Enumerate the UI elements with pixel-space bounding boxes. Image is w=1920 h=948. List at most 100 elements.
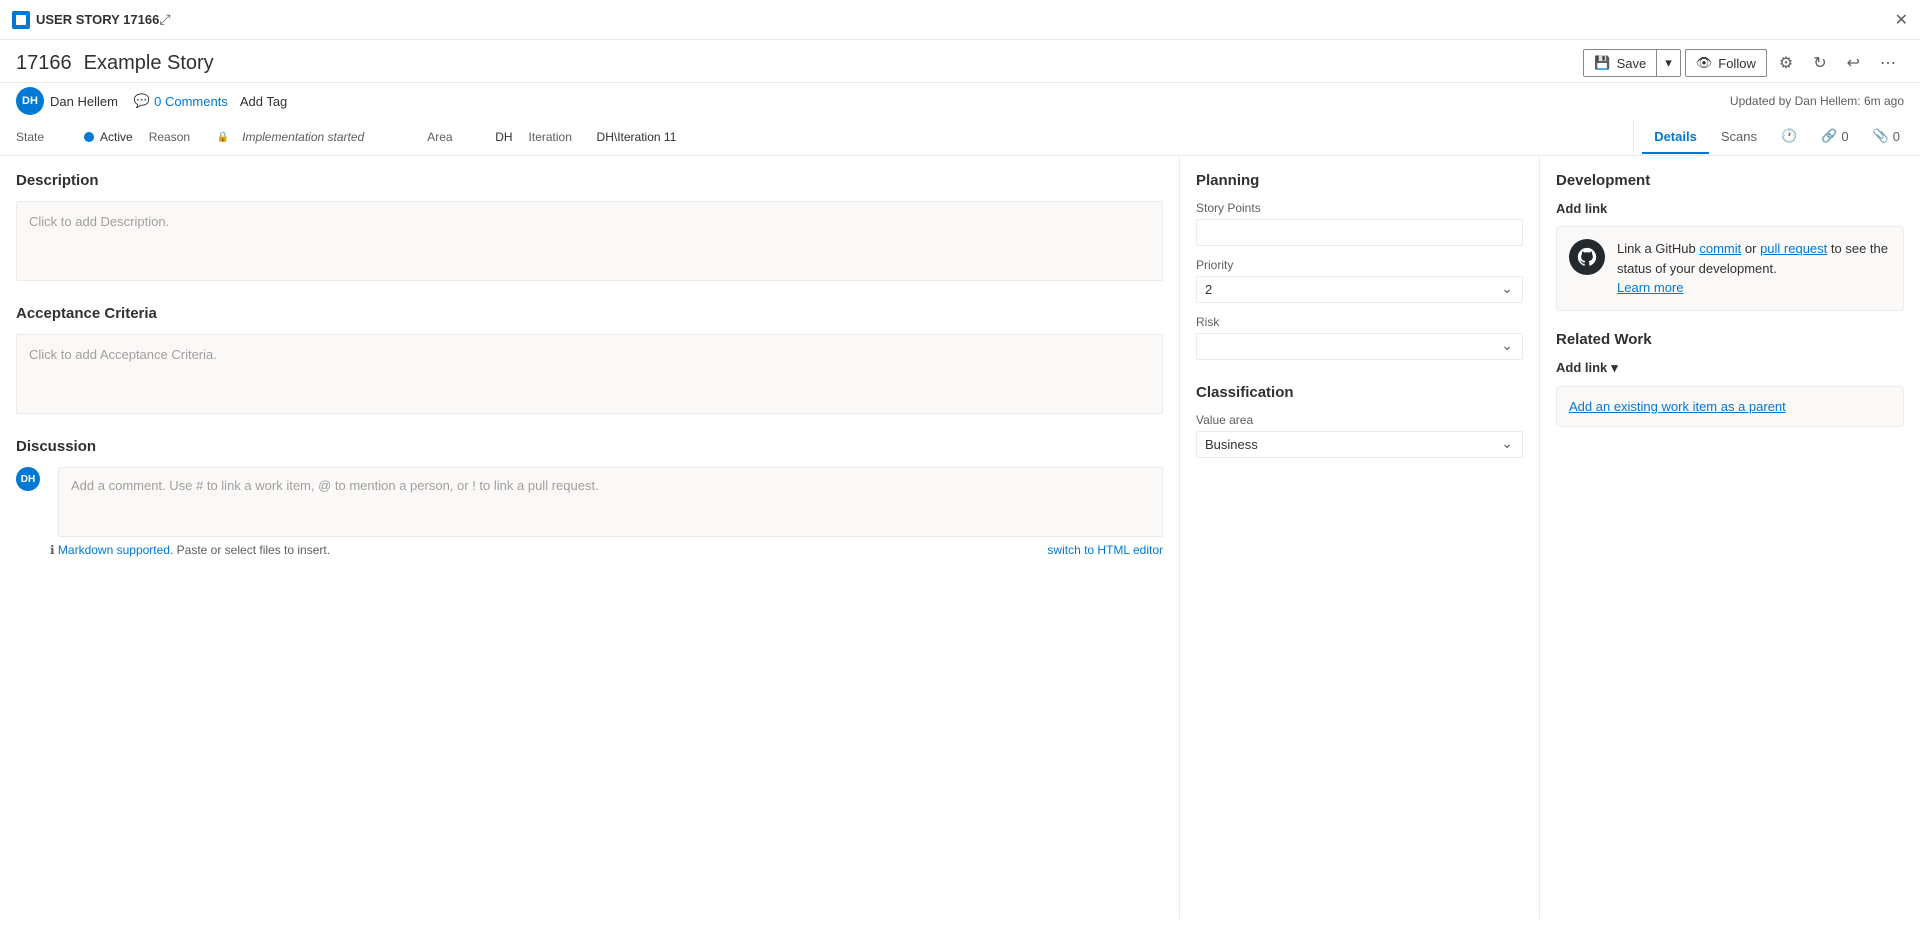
- discussion-title: Discussion: [16, 438, 1163, 455]
- state-dot: [84, 132, 94, 142]
- refresh-button[interactable]: ↻: [1805, 48, 1834, 78]
- or-label: or: [1745, 241, 1760, 256]
- development-title: Development: [1556, 172, 1904, 189]
- state-label: State: [16, 130, 76, 144]
- settings-button[interactable]: ⚙: [1771, 48, 1801, 78]
- comments-count: 0 Comments: [154, 94, 228, 109]
- markdown-link[interactable]: Markdown supported.: [58, 543, 173, 557]
- story-points-input[interactable]: [1196, 219, 1523, 246]
- description-input[interactable]: Click to add Description.: [16, 201, 1163, 281]
- comment-icon: 💬: [134, 93, 150, 109]
- learn-more-link[interactable]: Learn more: [1617, 280, 1683, 295]
- attachment-icon: 📎: [1873, 128, 1889, 144]
- info-icon: ℹ: [50, 543, 55, 557]
- description-section: Description Click to add Description.: [16, 172, 1163, 281]
- undo-button[interactable]: ↩: [1839, 48, 1868, 78]
- updated-text: Updated by Dan Hellem: 6m ago: [1730, 94, 1904, 108]
- save-icon: 💾: [1594, 55, 1610, 71]
- add-tag-button[interactable]: Add Tag: [240, 94, 287, 109]
- tab-details[interactable]: Details: [1642, 121, 1709, 154]
- value-area-field: Value area Architectural Business: [1196, 413, 1523, 458]
- save-dropdown-arrow[interactable]: ▾: [1657, 50, 1680, 76]
- priority-label: Priority: [1196, 258, 1523, 272]
- switch-editor-link[interactable]: switch to HTML editor: [1047, 543, 1163, 557]
- github-text-prefix: Link a GitHub: [1617, 241, 1699, 256]
- more-options-button[interactable]: ⋯: [1872, 48, 1904, 78]
- priority-select-wrapper: 1 2 3 4: [1196, 276, 1523, 303]
- fields-section: State Active Reason 🔒 Implementation sta…: [0, 119, 1633, 155]
- follow-label: Follow: [1718, 56, 1756, 71]
- comments-link[interactable]: 💬 0 Comments: [134, 93, 228, 109]
- avatar-initials: DH: [22, 95, 38, 107]
- dropdown-chevron-icon: ▾: [1611, 360, 1618, 376]
- planning-section: Planning Story Points Priority 1 2 3 4 R…: [1196, 172, 1523, 360]
- save-button[interactable]: 💾 Save ▾: [1583, 49, 1680, 77]
- risk-field: Risk Low Medium High: [1196, 315, 1523, 360]
- tab-history[interactable]: 🕐: [1769, 120, 1809, 154]
- story-icon: [12, 11, 30, 29]
- tab-attachments[interactable]: 📎 0: [1861, 120, 1912, 154]
- comment-footer: ℹ Markdown supported. Paste or select fi…: [16, 543, 1163, 557]
- work-item-title[interactable]: Example Story: [84, 52, 1584, 75]
- risk-select[interactable]: Low Medium High: [1196, 333, 1523, 360]
- work-item-id: 17166: [16, 52, 72, 75]
- comment-input[interactable]: Add a comment. Use # to link a work item…: [58, 467, 1163, 537]
- author-name: Dan Hellem: [50, 94, 118, 109]
- related-card: Add an existing work item as a parent: [1556, 386, 1904, 427]
- left-panel: Description Click to add Description. Ac…: [0, 156, 1180, 919]
- avatar: DH: [16, 87, 44, 115]
- related-add-link-label: Add link: [1556, 360, 1607, 375]
- dev-add-link-button[interactable]: Add link: [1556, 201, 1607, 216]
- header-actions: 💾 Save ▾ 👁 Follow ⚙ ↻ ↩ ⋯: [1583, 48, 1904, 78]
- reason-label: Reason: [149, 130, 209, 144]
- story-points-field: Story Points: [1196, 201, 1523, 246]
- attachments-count: 0: [1893, 129, 1900, 144]
- history-icon: 🕐: [1781, 128, 1797, 144]
- related-work-section: Related Work Add link ▾ Add an existing …: [1556, 331, 1904, 427]
- github-icon: [1569, 239, 1605, 275]
- iteration-label: Iteration: [529, 130, 589, 144]
- risk-label: Risk: [1196, 315, 1523, 329]
- related-add-link-button[interactable]: Add link ▾: [1556, 360, 1618, 376]
- story-points-label: Story Points: [1196, 201, 1523, 215]
- eye-icon: 👁: [1696, 55, 1713, 71]
- iteration-value[interactable]: DH\Iteration 11: [597, 130, 677, 144]
- main-layout: Description Click to add Description. Ac…: [0, 156, 1920, 919]
- pull-request-link[interactable]: pull request: [1760, 241, 1827, 256]
- acceptance-criteria-section: Acceptance Criteria Click to add Accepta…: [16, 305, 1163, 414]
- header-row: 17166 Example Story 💾 Save ▾ 👁 Follow ⚙ …: [0, 40, 1920, 83]
- reason-value: 🔒 Implementation started: [217, 127, 372, 147]
- value-area-select[interactable]: Architectural Business: [1196, 431, 1523, 458]
- link-icon: 🔗: [1821, 128, 1837, 144]
- tab-scans[interactable]: Scans: [1709, 121, 1769, 154]
- save-main[interactable]: 💾 Save: [1584, 50, 1657, 76]
- middle-panel: Planning Story Points Priority 1 2 3 4 R…: [1180, 156, 1540, 919]
- title-bar: USER STORY 17166 ⤢ ✕: [0, 0, 1920, 40]
- author-section: DH Dan Hellem: [16, 87, 118, 115]
- add-parent-link[interactable]: Add an existing work item as a parent: [1569, 399, 1786, 414]
- area-value[interactable]: DH: [495, 130, 512, 144]
- iteration-field: Iteration DH\Iteration 11: [529, 130, 677, 144]
- github-card-text: Link a GitHub commit or pull request to …: [1617, 239, 1891, 298]
- state-text[interactable]: Active: [100, 130, 133, 144]
- right-panel: Development Add link Link a GitHub commi…: [1540, 156, 1920, 919]
- area-field: Area DH: [427, 130, 512, 144]
- github-card: Link a GitHub commit or pull request to …: [1556, 226, 1904, 311]
- reason-text[interactable]: Implementation started: [235, 127, 371, 147]
- comment-box: DH Add a comment. Use # to link a work i…: [16, 467, 1163, 537]
- classification-section: Classification Value area Architectural …: [1196, 384, 1523, 458]
- acceptance-criteria-input[interactable]: Click to add Acceptance Criteria.: [16, 334, 1163, 414]
- state-value: Active: [84, 130, 133, 144]
- follow-button[interactable]: 👁 Follow: [1685, 49, 1767, 77]
- meta-bar: DH Dan Hellem 💬 0 Comments Add Tag Updat…: [0, 83, 1920, 119]
- comment-avatar-initials: DH: [21, 474, 35, 485]
- expand-button[interactable]: ⤢: [159, 11, 170, 28]
- links-count: 0: [1841, 129, 1848, 144]
- priority-select[interactable]: 1 2 3 4: [1196, 276, 1523, 303]
- classification-title: Classification: [1196, 384, 1523, 401]
- acceptance-criteria-title: Acceptance Criteria: [16, 305, 1163, 322]
- commit-link[interactable]: commit: [1699, 241, 1741, 256]
- tab-links[interactable]: 🔗 0: [1809, 120, 1860, 154]
- close-button[interactable]: ✕: [1895, 10, 1908, 30]
- title-bar-label: USER STORY 17166: [36, 12, 159, 27]
